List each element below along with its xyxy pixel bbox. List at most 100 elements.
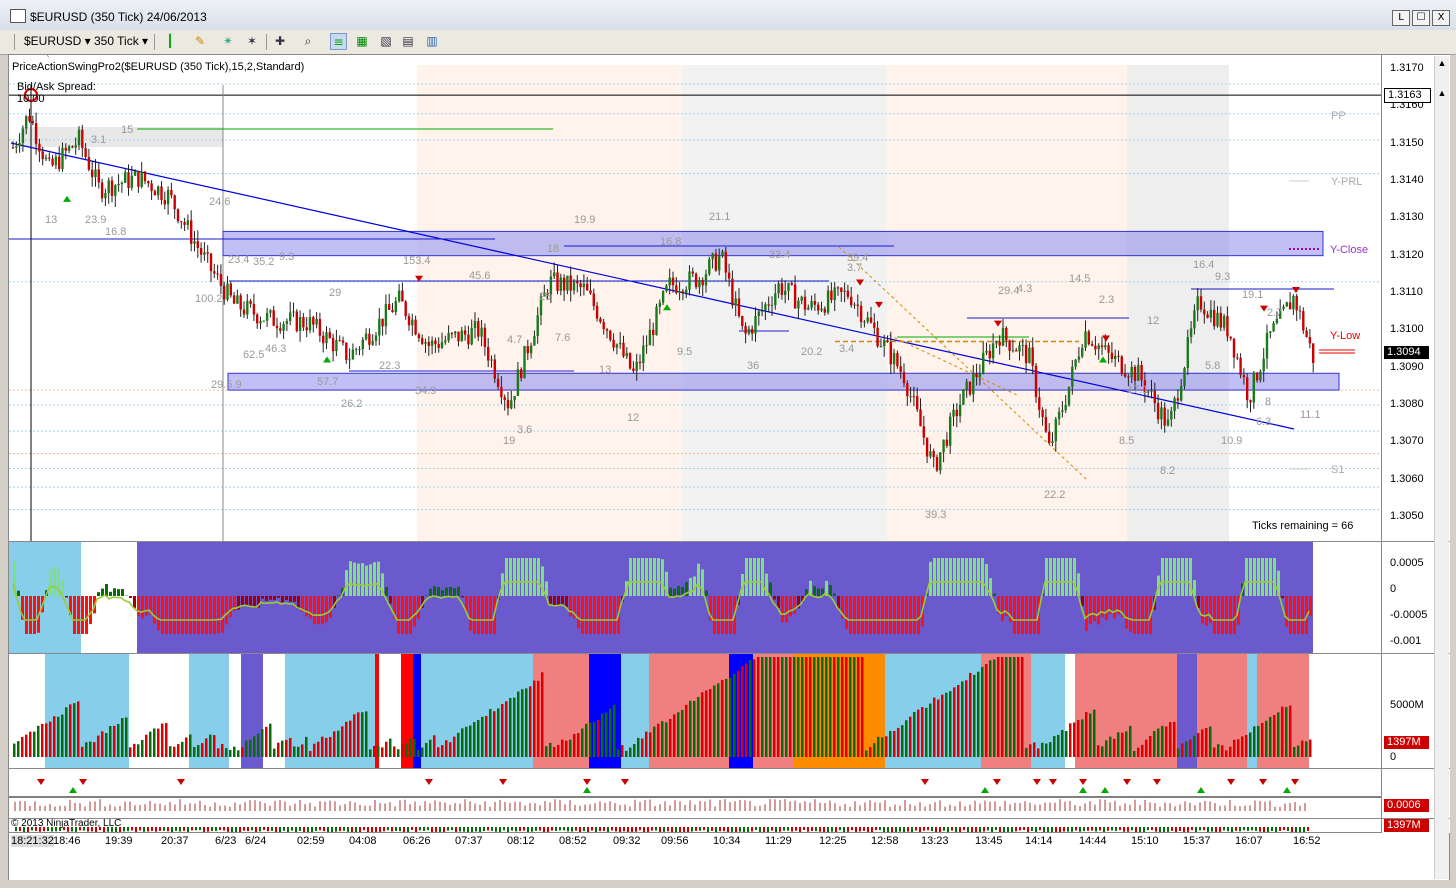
strip-bar — [1191, 827, 1193, 831]
instrument-selector[interactable]: $EURUSD ▾ — [24, 34, 91, 48]
macd-bar — [441, 590, 444, 596]
candle-body — [922, 426, 925, 438]
strip-bar — [875, 827, 877, 831]
strip-bar — [603, 827, 605, 831]
swing-label: 9.3 — [279, 251, 294, 263]
candle-body — [589, 290, 592, 294]
pencil-draw-icon[interactable]: ✎ — [192, 33, 208, 49]
candle-body — [275, 325, 279, 329]
candle-body — [487, 346, 490, 361]
minimize-button[interactable]: L — [1392, 10, 1410, 26]
candle-body — [67, 146, 71, 151]
sell-signal-icon — [1123, 779, 1131, 785]
candle-body — [302, 317, 305, 328]
macd-bar — [181, 596, 184, 634]
volume-bar — [897, 727, 900, 757]
candle-body — [48, 157, 51, 159]
macd-bar — [249, 596, 252, 607]
macd-bar — [721, 596, 724, 634]
window-icon[interactable]: ▥ — [424, 33, 440, 49]
volume-bar — [169, 746, 172, 757]
volume-bar — [857, 657, 860, 757]
macd-bar — [477, 596, 480, 634]
bar-style-icon[interactable]: ┃ — [162, 33, 178, 49]
candle-body — [480, 327, 483, 337]
chart-area[interactable]: 13 23.9 16.8 24.6 15 3.1 100.2 62.5 46.3 29.5.9 57… — [8, 54, 1450, 881]
volume-bar — [449, 742, 452, 757]
close-button[interactable]: X — [1432, 10, 1450, 26]
candle-body — [995, 341, 998, 344]
macd-bar — [761, 558, 764, 596]
macd-bar — [957, 558, 960, 596]
candle-body — [833, 287, 836, 301]
macd-bar — [773, 596, 776, 600]
strip-bar — [155, 827, 157, 832]
volume-bar — [1289, 705, 1292, 757]
candle-body — [701, 279, 704, 286]
volume-bar — [421, 747, 424, 757]
volume-bar — [1109, 736, 1112, 757]
volume-bar — [373, 745, 376, 757]
strategy-icon[interactable]: ▧ — [378, 33, 394, 49]
macd-bar — [537, 558, 540, 596]
price-panel[interactable]: 13 23.9 16.8 24.6 15 3.1 100.2 62.5 46.3 29.5.9 57… — [9, 55, 1381, 541]
strip-bar — [1075, 827, 1077, 831]
candle-body — [899, 366, 902, 372]
candle-body — [622, 342, 625, 357]
signal-panel[interactable] — [9, 768, 1381, 819]
sell-signal-icon — [621, 779, 629, 785]
candle-body — [820, 308, 823, 311]
macd-bar — [937, 558, 940, 596]
period-selector[interactable]: 350 Tick ▾ — [94, 34, 148, 48]
volume-panel[interactable] — [9, 653, 1381, 769]
scroll-up-icon[interactable]: ▲ — [1435, 86, 1449, 100]
candle-body — [810, 300, 813, 308]
data-box-icon[interactable]: ▤ — [400, 33, 416, 49]
volume-bar — [37, 725, 40, 757]
volume-bar — [973, 674, 976, 757]
strip-bar — [123, 827, 125, 832]
toolbar-separator — [14, 34, 15, 50]
volume-bar — [581, 728, 584, 757]
macd-panel[interactable] — [9, 541, 1381, 654]
strip-bar — [151, 827, 153, 831]
volume-bar — [661, 721, 664, 757]
buy-arrow-icon — [63, 195, 71, 202]
swing-label: 16.8 — [105, 226, 126, 238]
candle-body — [586, 283, 589, 291]
price-chart[interactable]: 13 23.916.824.6153.1100.262.5 46.329.5.9 57… — [9, 55, 1381, 541]
candle-body — [661, 291, 665, 303]
volume-bar — [397, 749, 400, 757]
candle-body — [892, 353, 896, 365]
hand-cursor-icon[interactable]: ✶ — [244, 33, 260, 49]
volume-bar — [405, 743, 408, 757]
scroll-up-icon[interactable]: ▲ — [1435, 56, 1449, 70]
macd-bar — [189, 596, 192, 634]
time-axis[interactable]: 18:21:32 18:46 19:39 20:37 6/23 6/24 02:59 04:0… — [9, 832, 1381, 851]
candle-body — [259, 321, 262, 324]
candle-body — [609, 330, 612, 340]
macd-bar — [121, 588, 124, 596]
volume-bar — [633, 744, 636, 757]
macd-bar — [725, 596, 728, 634]
crosshair-icon[interactable]: ✚ — [272, 33, 288, 49]
candle-body — [345, 342, 348, 360]
macd-bar — [193, 596, 196, 634]
vertical-scrollbar[interactable]: ▲ ▲ — [1434, 56, 1449, 879]
volume-bar — [29, 731, 32, 757]
swing-label: 26.2 — [341, 398, 362, 410]
indicator-icon[interactable]: ▦ — [354, 33, 370, 49]
magic-wand-icon[interactable]: ✴ — [220, 33, 236, 49]
properties-icon[interactable]: ≡ — [330, 33, 347, 50]
volume-bar — [837, 657, 840, 757]
strip-bar — [215, 827, 217, 832]
volume-bar — [761, 657, 764, 757]
macd-bar — [1089, 596, 1092, 624]
candle-body — [223, 285, 226, 300]
maximize-button[interactable]: ☐ — [1412, 10, 1430, 26]
swing-label: 57.7 — [317, 376, 338, 388]
zoom-icon[interactable]: ⌕ — [300, 33, 316, 49]
candle-body — [1133, 366, 1137, 381]
swing-label: 62.5 — [243, 349, 264, 361]
candle-body — [935, 457, 939, 471]
